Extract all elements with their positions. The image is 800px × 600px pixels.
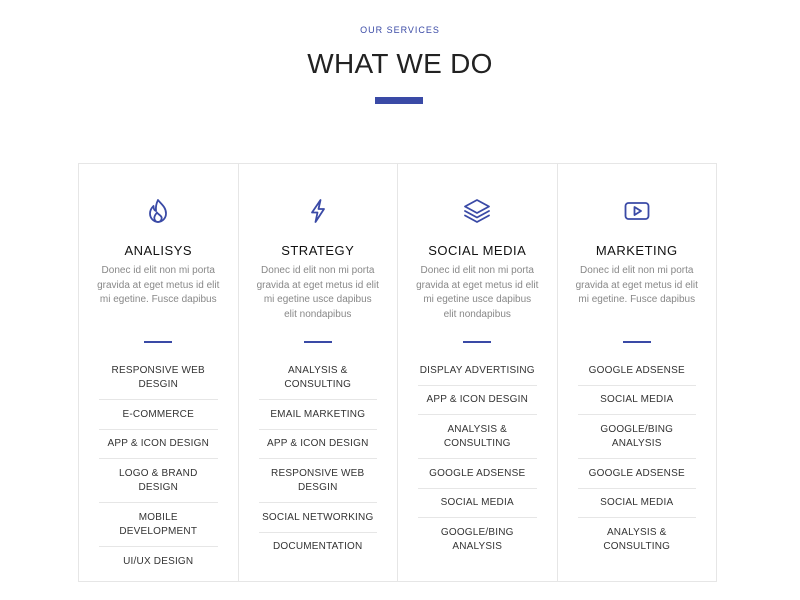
page-title: WHAT WE DO [307,48,493,79]
list-item[interactable]: GOOGLE ADSENSE [577,463,696,489]
service-title: ANALISYS [124,243,193,258]
list-item[interactable]: ANALYSIS & CONSULTING [578,522,697,561]
service-title: SOCIAL MEDIA [428,243,527,258]
divider [303,341,332,343]
list-item[interactable]: SOCIAL NETWORKING [258,507,377,533]
list-item[interactable]: RESPONSIVE WEB DESGIN [99,360,218,400]
list-item[interactable]: GOOGLE ADSENSE [577,360,696,386]
list-item[interactable]: E-COMMERCE [99,404,218,430]
service-title: MARKETING [595,243,678,258]
list-item[interactable]: GOOGLE/BING ANALYSIS [418,522,537,561]
list-item[interactable]: ANALYSIS & CONSULTING [258,360,377,400]
service-column-marketing: MARKETING Donec id elit non mi porta gra… [556,164,717,581]
play-icon [623,197,651,225]
list-item[interactable]: APP & ICON DESIGN [258,434,377,459]
divider [144,341,173,343]
list-item[interactable]: RESPONSIVE WEB DESGIN [258,463,377,503]
service-list: DISPLAY ADVERTISING APP & ICON DESGIN AN… [418,360,537,565]
service-column-social-media: SOCIAL MEDIA Donec id elit non mi porta … [397,164,557,581]
service-description: Donec id elit non mi porta gravida at eg… [416,265,539,320]
list-item[interactable]: APP & ICON DESIGN [99,434,218,459]
list-item[interactable]: ANALYSIS & CONSULTING [418,419,537,459]
list-item[interactable]: SOCIAL MEDIA [418,493,537,518]
list-item[interactable]: GOOGLE ADSENSE [418,463,537,489]
list-item[interactable]: LOGO & BRAND DESIGN [99,463,218,503]
service-title: STRATEGY [281,243,355,258]
service-list: ANALYSIS & CONSULTING EMAIL MARKETING AP… [258,360,378,565]
service-list: GOOGLE ADSENSE SOCIAL MEDIA GOOGLE/BING … [577,360,697,565]
list-item[interactable]: MOBILE DEVELOPMENT [99,507,218,547]
list-item[interactable]: EMAIL MARKETING [258,404,377,430]
section-eyebrow: OUR SERVICES [360,25,440,35]
list-item[interactable]: DOCUMENTATION [259,537,378,562]
service-description: Donec id elit non mi porta gravida at eg… [575,265,698,305]
lightning-icon [304,197,332,225]
list-item[interactable]: APP & ICON DESGIN [418,390,537,415]
divider [463,341,492,343]
list-item[interactable]: SOCIAL MEDIA [577,390,696,415]
list-item[interactable]: SOCIAL MEDIA [577,493,696,518]
service-description: Donec id elit non mi porta gravida at eg… [97,265,220,305]
divider [622,341,651,343]
flame-icon [144,197,172,225]
service-description: Donec id elit non mi porta gravida at eg… [256,265,379,320]
service-column-analisys: ANALISYS Donec id elit non mi porta grav… [79,164,238,581]
service-column-strategy: STRATEGY Donec id elit non mi porta grav… [237,164,398,581]
list-item[interactable]: GOOGLE/BING ANALYSIS [577,419,696,459]
list-item[interactable]: UI/UX DESIGN [99,551,218,576]
list-item[interactable]: DISPLAY ADVERTISING [418,360,537,386]
services-grid: ANALISYS Donec id elit non mi porta grav… [78,163,717,582]
title-accent-bar [375,97,423,104]
service-list: RESPONSIVE WEB DESGIN E-COMMERCE APP & I… [99,360,218,580]
layers-icon [463,197,491,225]
